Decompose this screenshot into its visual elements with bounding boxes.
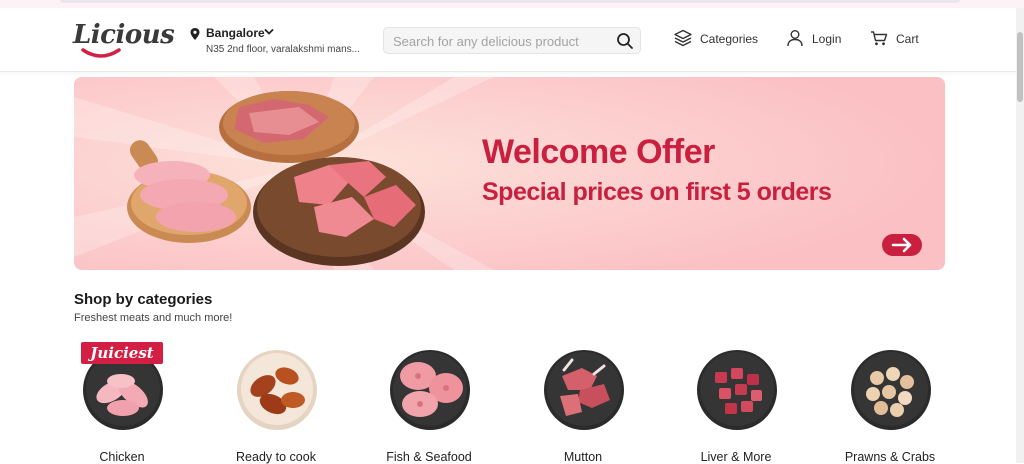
juiciest-badge: Juiciest <box>81 342 163 364</box>
category-ready-to-cook[interactable]: Ready to cook <box>216 340 336 464</box>
fish-plate-icon <box>390 350 470 430</box>
category-label: Liver & More <box>700 450 772 464</box>
category-label: Prawns & Crabs <box>844 450 936 464</box>
banner-title: Welcome Offer <box>482 133 715 171</box>
banner-subtitle: Special prices on first 5 orders <box>482 178 832 206</box>
layers-icon <box>674 29 692 47</box>
search-input[interactable] <box>393 32 603 50</box>
search-icon[interactable] <box>616 32 634 50</box>
nav-categories-label: Categories <box>700 32 759 46</box>
mutton-plate-icon <box>544 350 624 430</box>
page-scrollbar[interactable] <box>1016 8 1024 463</box>
ready-to-cook-plate-icon <box>237 350 317 430</box>
chevron-down-icon <box>264 29 274 35</box>
nav-cart[interactable]: Cart <box>870 28 922 50</box>
user-icon <box>787 30 803 47</box>
category-label: Mutton <box>563 450 603 464</box>
cart-icon <box>871 31 888 46</box>
location-pin-icon <box>190 28 200 40</box>
location-city: Bangalore <box>206 26 265 40</box>
liver-plate-icon <box>697 350 777 430</box>
category-prawns-crabs[interactable]: Prawns & Crabs <box>830 340 950 464</box>
welcome-offer-banner[interactable]: Welcome Offer Special prices on first 5 … <box>74 77 945 270</box>
nav-login[interactable]: Login <box>786 28 844 50</box>
nav-login-label: Login <box>812 32 842 46</box>
banner-arrow-button[interactable] <box>882 234 922 256</box>
licious-logo[interactable]: Licious <box>73 20 175 60</box>
category-fish-seafood[interactable]: Fish & Seafood <box>369 340 489 464</box>
category-label: Fish & Seafood <box>386 450 472 464</box>
category-mutton[interactable]: Mutton <box>523 340 643 464</box>
prawns-plate-icon <box>851 350 931 430</box>
category-label: Chicken <box>99 450 145 464</box>
category-label: Ready to cook <box>236 450 316 464</box>
site-header: Licious Bangalore N35 2nd floor, varalak… <box>0 8 1016 72</box>
search-bar[interactable] <box>383 27 641 54</box>
nav-cart-label: Cart <box>896 32 919 46</box>
top-strip <box>0 0 1024 8</box>
logo-smile-icon <box>81 48 121 58</box>
section-subtitle: Freshest meats and much more! <box>74 312 233 324</box>
nav-categories[interactable]: Categories <box>674 28 758 50</box>
location-address: N35 2nd floor, varalakshmi mans... <box>206 44 360 55</box>
category-liver-more[interactable]: Liver & More <box>676 340 796 464</box>
arrow-right-icon <box>891 237 912 253</box>
scrollbar-thumb[interactable] <box>1017 32 1023 102</box>
meat-boards-image <box>127 91 425 266</box>
section-title: Shop by categories <box>74 291 213 308</box>
